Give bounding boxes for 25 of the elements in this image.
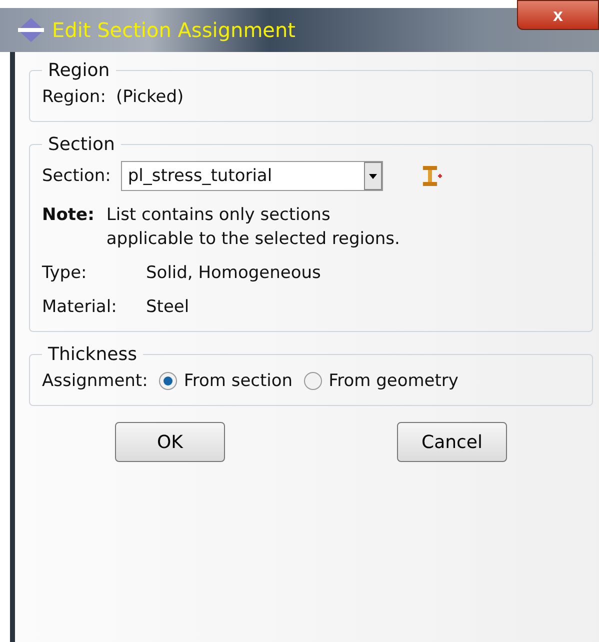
field-label: Type: <box>42 263 88 283</box>
dialog-button[interactable]: OK <box>115 422 225 462</box>
field-label: Material: <box>42 297 118 317</box>
field-label: Section: <box>42 166 111 186</box>
app-icon <box>16 17 46 43</box>
field-value: (Picked) <box>116 87 184 107</box>
beam-section-icon[interactable] <box>420 164 443 188</box>
note-text: List contains only sections <box>106 205 332 225</box>
group-title: Section <box>47 134 116 155</box>
radio-option[interactable]: From geometry <box>302 371 458 391</box>
radio-button[interactable] <box>158 371 178 391</box>
close-button[interactable]: x <box>517 0 599 30</box>
radio-button[interactable] <box>302 371 323 391</box>
window-title: Edit Section Assignment <box>52 18 296 42</box>
radio-option[interactable]: From section <box>158 371 293 391</box>
dialog-button[interactable]: Cancel <box>397 422 507 462</box>
group-title: Region <box>47 60 111 81</box>
group-title: Thickness <box>47 344 138 365</box>
field-value: Steel <box>146 297 190 317</box>
field-label: Region: <box>42 87 106 107</box>
field-value: Solid, Homogeneous <box>146 263 321 283</box>
note-text: applicable to the selected regions. <box>106 229 400 249</box>
section-dropdown[interactable]: pl_stress_tutorial <box>120 161 383 191</box>
field-label: Assignment: <box>42 371 148 391</box>
note-label: Note: <box>42 205 94 227</box>
